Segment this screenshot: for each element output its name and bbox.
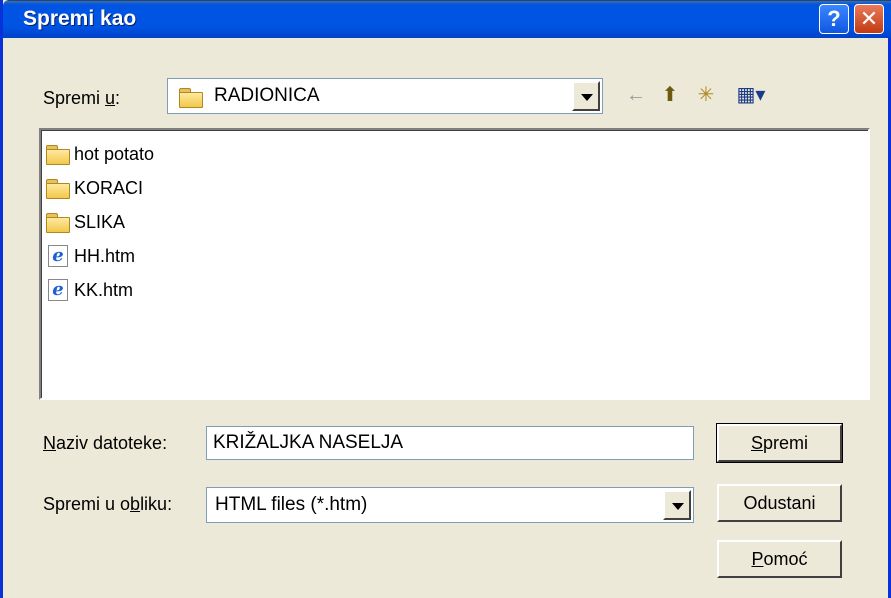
back-icon[interactable]: ← (623, 82, 649, 108)
title-bar[interactable]: Spremi kao ? ✕ (3, 0, 891, 38)
list-item[interactable]: e HH.htm (45, 242, 135, 270)
file-name: SLIKA (74, 211, 126, 232)
new-folder-icon[interactable]: ✳ (693, 82, 719, 108)
help-button[interactable]: Pomoć (717, 540, 842, 578)
filetype-dropdown[interactable]: HTML files (*.htm) (206, 487, 694, 523)
folder-icon (178, 83, 207, 111)
file-name: HH.htm (74, 245, 136, 266)
list-item[interactable]: SLIKA (45, 208, 125, 236)
file-list[interactable]: hot potato KORACI SLIKA e HH.htm e KK.ht… (39, 128, 870, 400)
html-file-icon: e (45, 245, 71, 267)
list-item[interactable]: hot potato (45, 140, 154, 168)
filename-label: Naziv datoteke: (43, 433, 168, 453)
close-icon[interactable]: ✕ (854, 4, 884, 34)
up-folder-icon[interactable]: ⬆ (657, 82, 683, 108)
save-in-value: RADIONICA (214, 85, 320, 106)
view-menu-icon[interactable]: ▦▾ (731, 82, 771, 108)
save-in-label: Spremi u: (43, 88, 121, 108)
chevron-down-icon[interactable] (663, 490, 691, 520)
folder-icon (45, 143, 71, 165)
filename-input[interactable]: KRIŽALJKA NASELJA (206, 426, 694, 460)
cancel-button[interactable]: Odustani (717, 484, 842, 522)
file-name: KK.htm (74, 279, 134, 300)
filetype-label: Spremi u obliku: (43, 494, 173, 514)
save-button[interactable]: Spremi (716, 423, 843, 463)
save-as-dialog: Spremi kao ? ✕ Spremi u: RADIONICA ← ⬆ ✳… (0, 0, 891, 598)
file-name: KORACI (74, 177, 144, 198)
chevron-down-icon[interactable] (572, 81, 600, 111)
help-icon[interactable]: ? (819, 4, 849, 34)
filetype-value: HTML files (*.htm) (215, 494, 368, 515)
html-file-icon: e (45, 279, 71, 301)
list-item[interactable]: KORACI (45, 174, 143, 202)
window-title: Spremi kao (23, 7, 137, 30)
folder-icon (45, 177, 71, 199)
list-item[interactable]: e KK.htm (45, 276, 133, 304)
file-name: hot potato (74, 143, 155, 164)
save-in-dropdown[interactable]: RADIONICA (167, 78, 603, 114)
folder-icon (45, 211, 71, 233)
